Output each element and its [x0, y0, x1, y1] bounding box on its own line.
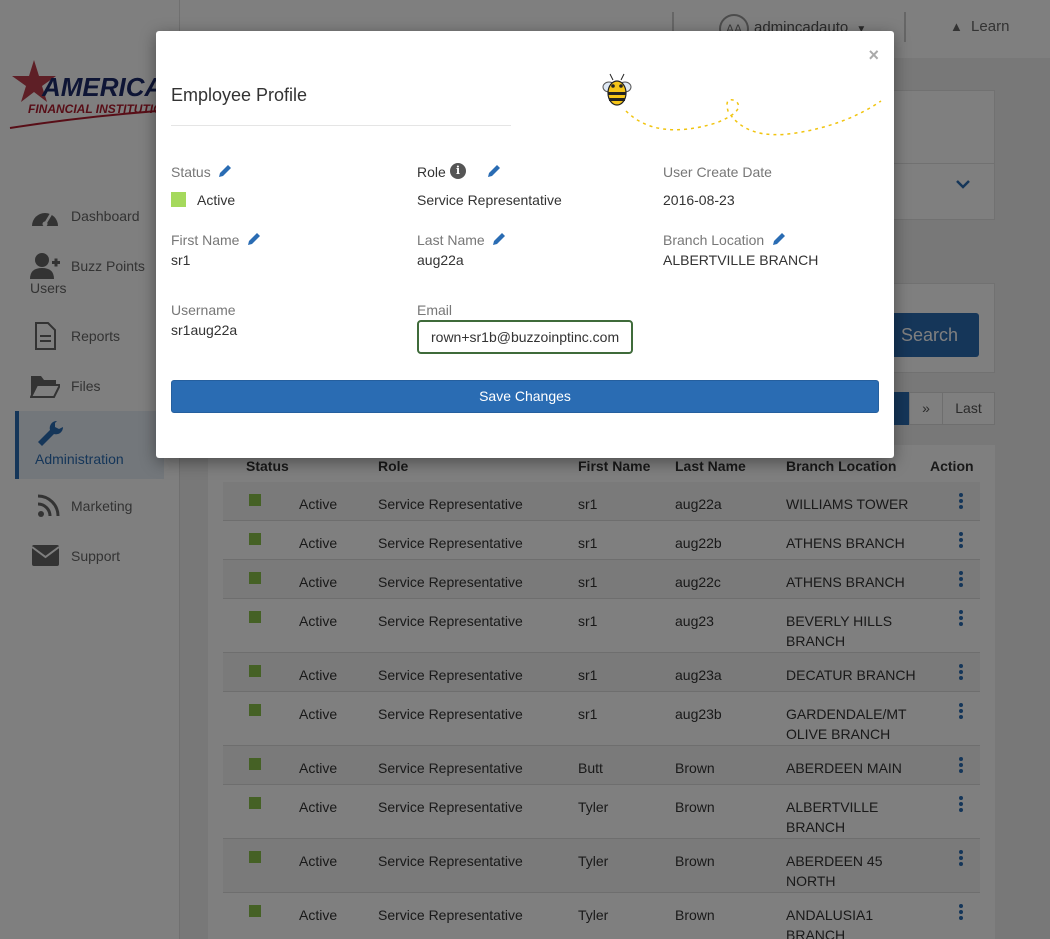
info-icon[interactable]: i [450, 163, 466, 179]
edit-role-pencil-icon[interactable] [487, 164, 501, 178]
modal-title: Employee Profile [171, 85, 308, 105]
edit-branch-pencil-icon[interactable] [772, 232, 786, 246]
create-date-label: User Create Date [663, 164, 772, 180]
role-label: Role [417, 164, 446, 180]
username-label: Username [171, 302, 236, 318]
last-name-label: Last Name [417, 232, 485, 248]
employee-profile-modal: Employee Profile × Status Active Role i … [156, 31, 894, 458]
edit-status-pencil-icon[interactable] [218, 164, 232, 178]
save-changes-button[interactable]: Save Changes [171, 380, 879, 413]
username-value: sr1aug22a [171, 322, 238, 338]
email-field[interactable] [417, 320, 633, 354]
last-name-value: aug22a [417, 252, 464, 268]
edit-last-name-pencil-icon[interactable] [492, 232, 506, 246]
status-label: Status [171, 164, 211, 180]
bee-mascot-icon [602, 73, 882, 136]
email-label: Email [417, 302, 453, 318]
close-button[interactable]: × [868, 45, 879, 66]
status-value: Active [197, 192, 236, 208]
branch-location-value: ALBERTVILLE BRANCH [663, 252, 819, 268]
status-active-swatch [171, 192, 186, 207]
create-date-value: 2016-08-23 [663, 192, 735, 208]
branch-location-label: Branch Location [663, 232, 765, 248]
title-divider [171, 125, 511, 126]
first-name-value: sr1 [171, 252, 191, 268]
first-name-label: First Name [171, 232, 240, 248]
role-value: Service Representative [417, 192, 562, 208]
edit-first-name-pencil-icon[interactable] [247, 232, 261, 246]
